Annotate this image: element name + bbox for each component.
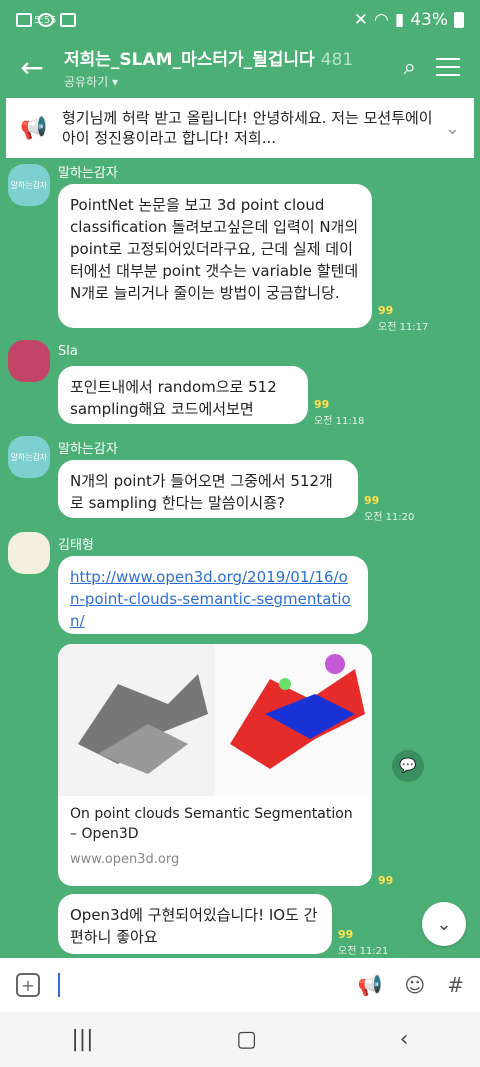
message-input[interactable] [58, 973, 60, 997]
avatar-label: 말하는감자 [10, 180, 48, 190]
chat-title-text: 저희는_SLAM_마스터가_될겁니다 [64, 49, 315, 70]
back-arrow-icon[interactable]: ← [0, 51, 64, 84]
gallery-icon [16, 13, 32, 27]
unread-count: 99 [378, 304, 394, 317]
status-time: 5:55 [34, 14, 57, 26]
link-preview-card[interactable]: On point clouds Semantic Segmentation – … [58, 644, 372, 886]
megaphone-icon: 📢 [20, 115, 48, 141]
emoji-icon[interactable]: ☺ [404, 973, 425, 997]
shout-icon[interactable]: 📢 [357, 973, 382, 997]
point-cloud-gray-image [58, 644, 215, 796]
avatar[interactable]: 말하는감자 [8, 164, 50, 206]
share-button[interactable]: 공유하기 ▾ [64, 73, 404, 90]
mute-icon: ✕ [353, 10, 368, 30]
signal-icon: ▮ [394, 10, 405, 30]
status-bar: 5:55 ✕ ◠ ▮ 43% [0, 0, 480, 40]
preview-image [58, 644, 372, 796]
sender-name: 말하는감자 [58, 166, 118, 181]
message-time: 오전 11:20 [364, 512, 415, 523]
message-bubble[interactable]: http://www.open3d.org/2019/01/16/on-poin… [58, 556, 368, 634]
battery-icon [454, 12, 464, 28]
plus-icon[interactable]: + [16, 973, 40, 997]
back-icon[interactable]: ‹ [400, 1027, 409, 1052]
message-bubble[interactable]: 포인트내에서 random으로 512 sampling해요 코드에서보면 [58, 366, 308, 424]
app-icon [60, 13, 76, 27]
battery-percent: 43% [410, 10, 448, 30]
sender-name: 김태형 [58, 538, 94, 553]
message-link[interactable]: http://www.open3d.org/2019/01/16/on-poin… [70, 568, 351, 630]
chat-title: 저희는_SLAM_마스터가_될겁니다 481 [64, 45, 404, 70]
home-icon[interactable]: ▢ [236, 1027, 257, 1052]
sender-name: 말하는감자 [58, 442, 118, 457]
chat-header: ← 저희는_SLAM_마스터가_될겁니다 481 공유하기 ▾ ⌕ [0, 40, 480, 94]
menu-icon[interactable] [436, 58, 460, 76]
unread-count: 99 [314, 398, 330, 411]
message-time: 오전 11:21 [338, 946, 389, 957]
system-nav-bar: ||| ▢ ‹ [0, 1012, 480, 1067]
message-bubble[interactable]: N개의 point가 들어오면 그중에서 512개로 sampling 한다는 … [58, 460, 358, 518]
hash-icon[interactable]: # [447, 973, 464, 997]
message-time: 오전 11:17 [378, 322, 429, 333]
notice-banner[interactable]: 📢 형기님께 허락 받고 올립니다! 안녕하세요. 저는 모션투에이아이 정진용… [6, 98, 474, 158]
chevron-down-icon[interactable]: ⌄ [445, 118, 460, 139]
unread-count: 99 [378, 874, 394, 887]
unread-count: 99 [338, 928, 354, 941]
message-bubble[interactable]: Open3d에 구현되어있습니다! IO도 간편하니 좋아요 [58, 894, 332, 954]
notice-text: 형기님께 허락 받고 올립니다! 안녕하세요. 저는 모션투에이아이 정진용이라… [62, 109, 433, 147]
recent-apps-icon[interactable]: ||| [71, 1027, 93, 1052]
preview-domain: www.open3d.org [70, 852, 180, 867]
message-bubble[interactable]: PointNet 논문을 보고 3d point cloud classific… [58, 184, 372, 328]
point-cloud-color-image [215, 644, 372, 796]
avatar-label: 말하는감자 [10, 452, 48, 462]
preview-title: On point clouds Semantic Segmentation – … [70, 806, 353, 842]
message-time: 오전 11:18 [314, 416, 365, 427]
unread-count: 99 [364, 494, 380, 507]
comment-icon[interactable]: 💬 [392, 750, 424, 782]
avatar[interactable] [8, 340, 50, 382]
sender-name: Sla [58, 344, 78, 359]
wifi-icon: ◠ [374, 10, 389, 30]
avatar[interactable]: 말하는감자 [8, 436, 50, 478]
message-input-bar[interactable]: + 📢 ☺ # [0, 958, 480, 1012]
scroll-down-button[interactable]: ⌄ [422, 902, 466, 946]
member-count: 481 [320, 49, 354, 70]
chevron-down-icon: ⌄ [436, 913, 452, 935]
search-icon[interactable]: ⌕ [404, 55, 416, 80]
avatar[interactable] [8, 532, 50, 574]
